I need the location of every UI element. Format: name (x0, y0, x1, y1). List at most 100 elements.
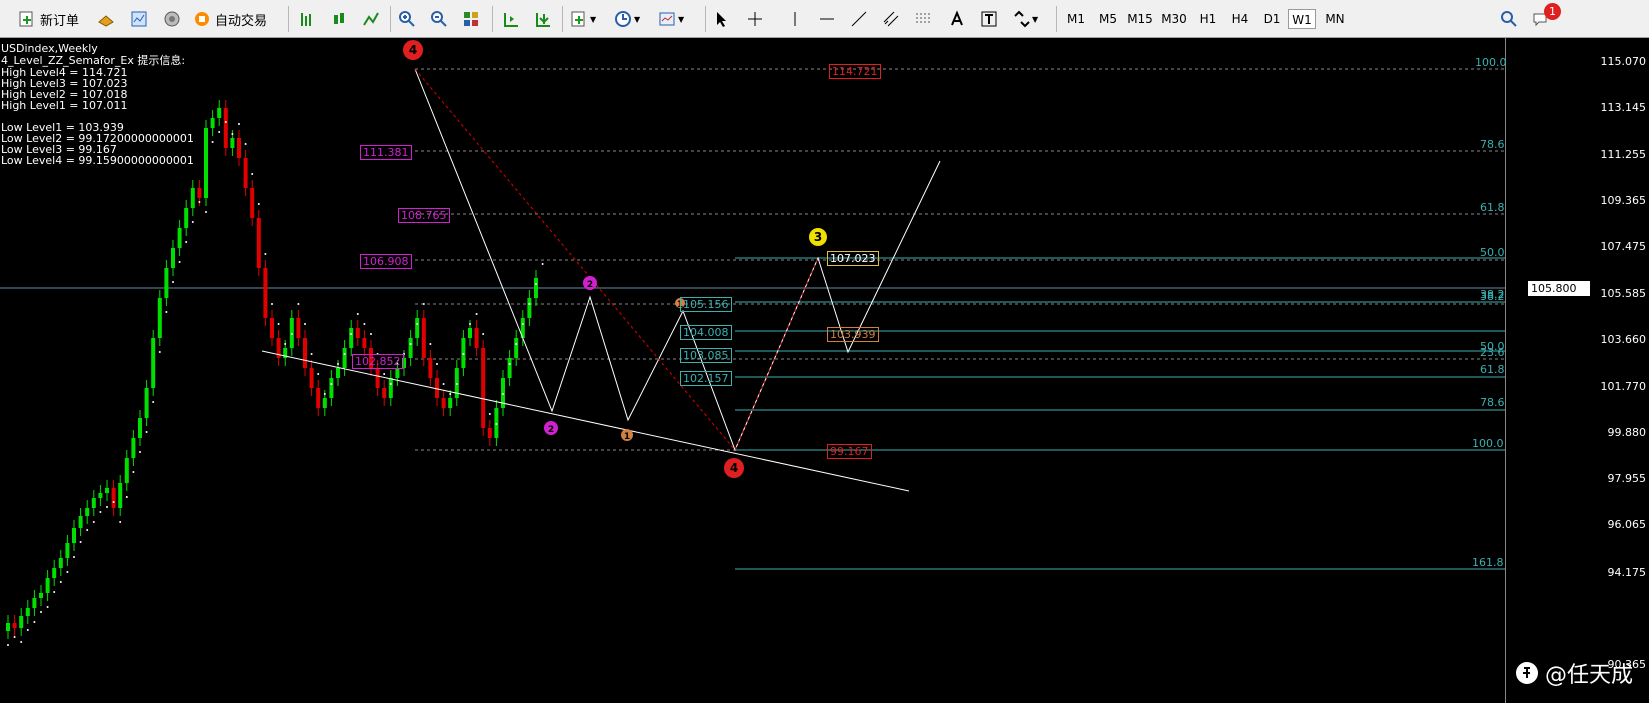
horizontal-line-icon (820, 18, 834, 20)
candle-body (474, 328, 479, 348)
templates-button[interactable]: ▼ (658, 7, 684, 31)
chevron-down-icon: ▼ (590, 14, 597, 24)
timeframe-mn[interactable]: MN (1321, 9, 1349, 29)
candlestick-button[interactable] (330, 7, 348, 31)
sar-dot (469, 323, 471, 325)
chart-shift-button[interactable] (502, 7, 520, 31)
level-price-box: 107.023 (827, 251, 879, 266)
candle-body (336, 368, 340, 378)
periods-button[interactable]: ▼ (614, 7, 640, 31)
trendline-button[interactable] (850, 7, 868, 31)
price-scale-label: 105.585 (1600, 287, 1647, 300)
candle-body (157, 298, 162, 338)
sar-dot (436, 363, 438, 365)
trend-line (261, 350, 910, 492)
sar-dot (66, 571, 69, 573)
candle-body (316, 388, 321, 408)
arrows-button[interactable]: ▼ (1012, 7, 1038, 31)
separator (288, 6, 289, 32)
sar-dot (13, 636, 16, 638)
price-scale-label: 111.255 (1600, 148, 1647, 161)
auto-trading-icon (195, 12, 209, 26)
sar-dot (370, 333, 372, 335)
cursor-icon (717, 12, 726, 27)
candle-body (65, 543, 70, 558)
candle-body (415, 318, 420, 338)
fibo-level-label: 61.8 (1480, 363, 1505, 376)
candle-body (270, 318, 274, 338)
fibo-level-label: 100.0 (1475, 56, 1507, 69)
navigator-button[interactable] (163, 7, 181, 31)
search-button[interactable] (1500, 7, 1518, 31)
sar-dot (462, 353, 465, 355)
level-price-box: 103.085 (680, 348, 732, 363)
candle-body (527, 298, 532, 318)
candle-body (217, 108, 222, 118)
fibonacci-button[interactable] (914, 7, 932, 31)
timeframe-d1[interactable]: D1 (1258, 9, 1286, 29)
separator (492, 6, 493, 32)
auto-trading-button[interactable]: 自动交易 (193, 7, 267, 31)
semafor-label: 1 (624, 432, 630, 442)
equidistant-channel-button[interactable] (882, 7, 900, 31)
timeframe-m5[interactable]: M5 (1094, 9, 1122, 29)
candle-body (85, 508, 90, 516)
new-order-button[interactable]: 新订单 (18, 7, 79, 31)
level-price-box: 114.721 (829, 64, 881, 79)
sar-dot (277, 323, 280, 325)
level-price-box: 106.908 (360, 254, 412, 269)
sar-dot (337, 363, 339, 365)
zoom-in-button[interactable] (398, 7, 416, 31)
text-tool-button[interactable] (948, 7, 966, 31)
chevron-down-icon: ▼ (1032, 14, 1039, 24)
text-label-button[interactable] (980, 7, 998, 31)
zoom-in-icon (399, 11, 415, 27)
horizontal-line-button[interactable] (818, 7, 836, 31)
market-watch-button[interactable] (97, 7, 115, 31)
fibo-level-label: 38.2 (1480, 290, 1505, 303)
candle-body (303, 338, 307, 368)
notifications-button[interactable]: 1 (1532, 3, 1561, 31)
candle-body (131, 438, 136, 458)
candle-body (45, 578, 50, 593)
price-chart[interactable]: 4221134 USDindex,Weekly 4_Level_ZZ_Semaf… (0, 38, 1649, 703)
candle-body (138, 418, 142, 438)
line-chart-button[interactable] (362, 7, 380, 31)
sar-dot (422, 303, 425, 305)
timeframe-h1[interactable]: H1 (1194, 9, 1222, 29)
level-price-box: 99.167 (827, 444, 872, 459)
timeframe-h4[interactable]: H4 (1226, 9, 1254, 29)
timeframe-w1[interactable]: W1 (1288, 9, 1316, 29)
zoom-out-icon (431, 11, 447, 27)
timeframe-m30[interactable]: M30 (1160, 9, 1188, 29)
indicators-button[interactable]: ▼ (570, 7, 596, 31)
semafor-label: 4 (409, 43, 417, 57)
autoscroll-button[interactable] (534, 7, 552, 31)
vertical-line-button[interactable] (786, 7, 804, 31)
indicator-info-line: Low Level4 = 99.15900000000001 (1, 154, 194, 167)
sar-dot (119, 521, 122, 523)
sar-dot (185, 241, 188, 243)
level-price-box: 105.156 (680, 297, 732, 312)
sar-dot (389, 383, 392, 385)
sar-dot (73, 556, 75, 558)
sar-dot (125, 496, 128, 498)
price-scale-label: 103.660 (1600, 333, 1647, 346)
price-scale-label: 99.880 (1607, 426, 1647, 439)
zoom-out-button[interactable] (430, 7, 448, 31)
level-price-box: 104.008 (680, 325, 732, 340)
candle-body (349, 328, 354, 348)
crosshair-tool-button[interactable] (746, 7, 764, 31)
chevron-down-icon: ▼ (634, 14, 641, 24)
timeframe-m1[interactable]: M1 (1062, 9, 1090, 29)
price-scale-label: 96.065 (1607, 518, 1647, 531)
cursor-tool-button[interactable] (712, 7, 730, 31)
tile-windows-button[interactable] (462, 7, 480, 31)
data-window-button[interactable] (130, 7, 148, 31)
sar-dot (178, 261, 181, 263)
candle-body (25, 608, 30, 616)
sar-dot (92, 521, 95, 523)
bar-chart-button[interactable] (298, 7, 316, 31)
timeframe-m15[interactable]: M15 (1126, 9, 1154, 29)
candle-body (237, 138, 241, 158)
